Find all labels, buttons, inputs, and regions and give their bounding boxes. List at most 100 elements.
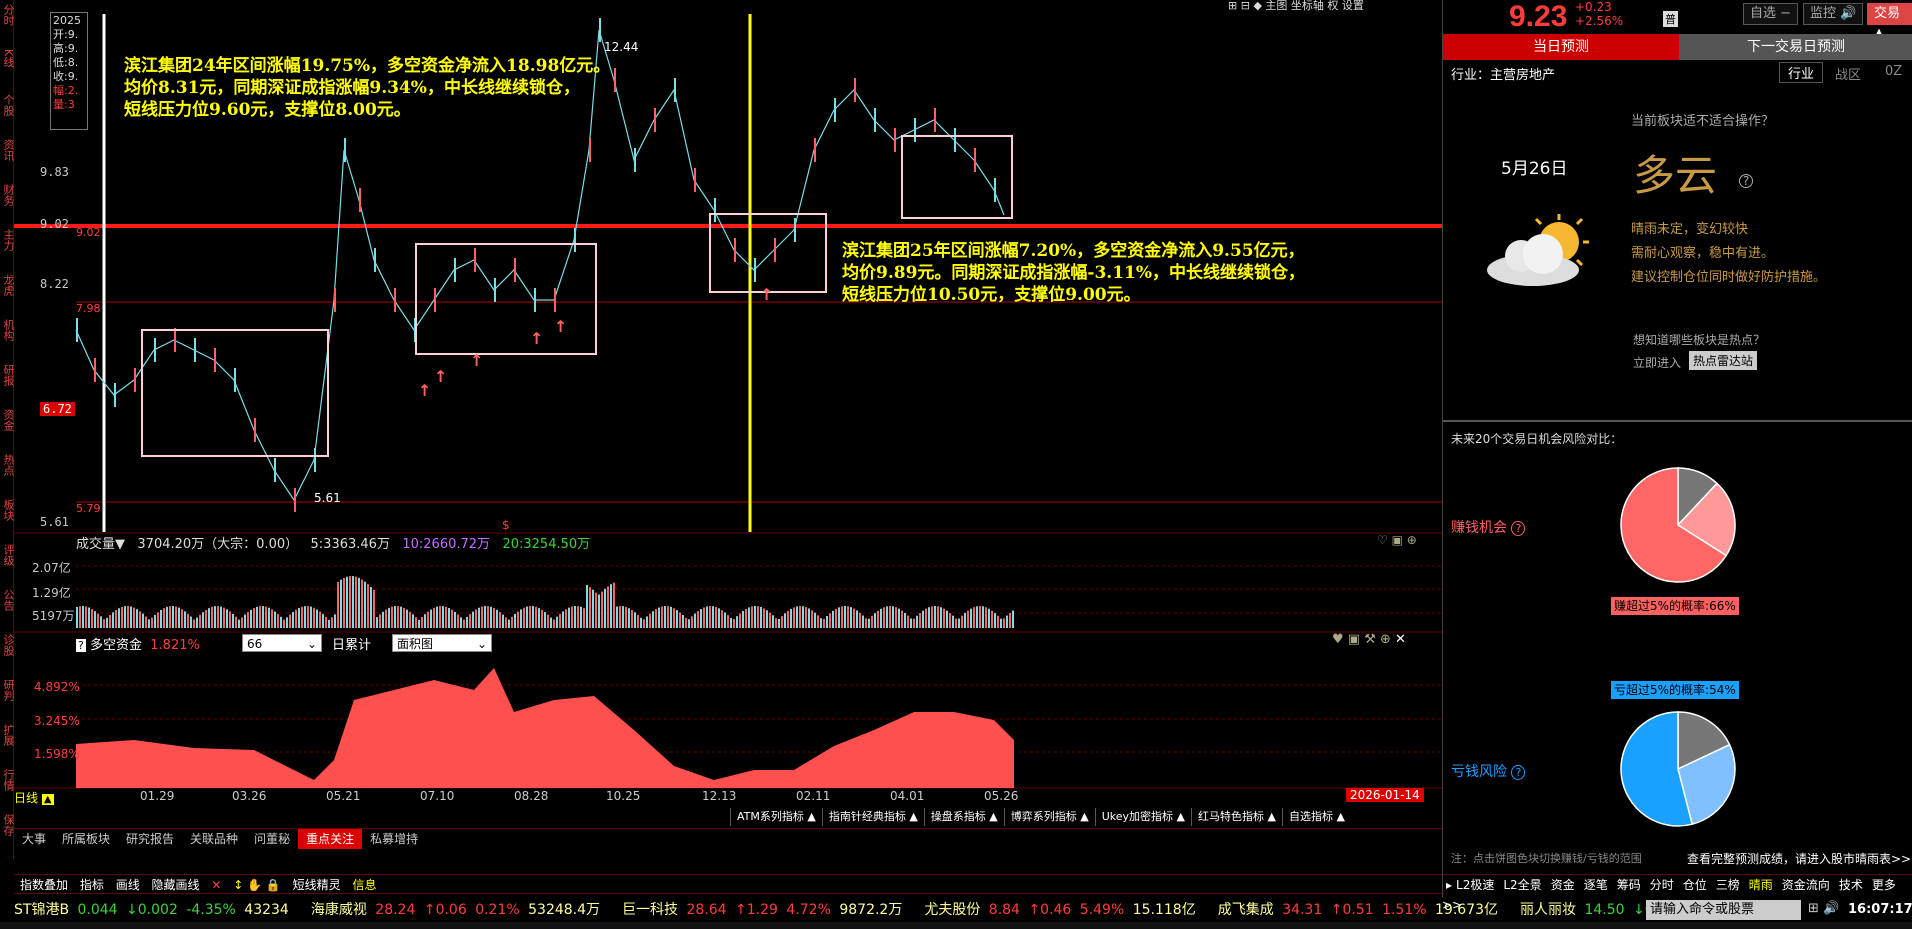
right-bar-item[interactable]: 逐笔 [1584,878,1608,892]
indicator-tab[interactable]: 指南针经典指标 ▲ [821,808,924,826]
hide-lines-button[interactable]: 隐藏画线 [152,878,200,892]
ticker-item[interactable]: 尤夫股份 8.84 ↑0.46 5.49% 15.118亿 [910,902,1199,918]
command-input[interactable]: 请输入命令或股票 [1646,900,1801,920]
diamond-icon[interactable]: ◆ [1253,0,1261,12]
info-tab[interactable]: 问董秘 [246,829,298,849]
period-up-icon[interactable]: ▲ [41,794,54,805]
axis-button[interactable]: 坐标轴 [1291,0,1324,12]
indicator-button[interactable]: 指标 [80,878,104,892]
funds-panel-icons[interactable]: ♥ ▣ ⚒ ⊕ ✕ [1332,632,1406,647]
subtab-industry[interactable]: 行业 [1779,62,1824,83]
help-icon[interactable]: ? [1511,521,1526,536]
arrow-icon[interactable]: ▸ [1446,878,1452,892]
zoom-in-icon[interactable]: ⊞ [1228,0,1237,12]
left-toolbar-item[interactable]: 诊股 [0,634,15,656]
chart-canvas[interactable]: ↑↑↑↑↑↑ [14,0,1442,810]
tab-next-forecast[interactable]: 下一交易日预测 [1679,34,1912,60]
ticker-item[interactable]: 巨一科技 28.64 ↑1.29 4.72% 9872.2万 [608,902,906,918]
left-toolbar-item[interactable]: 分时 [0,4,15,26]
period-select[interactable]: 66 ⌄ [242,634,322,652]
volume-bar [136,609,138,628]
indicator-tabs[interactable]: ATM系列指标 ▲ 指南针经典指标 ▲ 操盘系指标 ▲ 博弈系列指标 ▲ Ukey加密指… [730,808,1440,826]
left-toolbar-item[interactable]: 行情 [0,769,15,791]
left-toolbar-item[interactable]: 机构 [0,319,15,341]
left-toolbar-item[interactable]: 热点 [0,454,15,476]
indicator-tab[interactable]: 操盘系指标 ▲ [923,808,1004,826]
indicator-tab[interactable]: 自选指标 ▲ [1281,808,1351,826]
volume-bar [196,617,198,628]
right-bottom-bar[interactable]: ▸ L2极速 L2全景 资金 逐笔 筹码 分时 仓位 三榜 晴雨 资金流向 技术 更多>> [1442,874,1912,912]
left-toolbar-item[interactable]: 公告 [0,589,15,611]
close-icon[interactable]: ✕ [211,878,221,892]
subtab-oz[interactable]: 0Z [1885,64,1902,79]
left-toolbar-item[interactable]: 研判 [0,679,15,701]
right-bar-item[interactable]: 三榜 [1716,878,1740,892]
info-tab[interactable]: 重点关注 [298,829,363,849]
hot-radar-button[interactable]: 热点雷达站 [1689,351,1758,370]
help-icon[interactable]: ? [76,639,86,652]
subtab-zone[interactable]: 战区 [1835,64,1861,83]
info-tab[interactable]: 关联品种 [182,829,246,849]
right-bar-item[interactable]: 晴雨 [1749,878,1773,892]
left-toolbar-item[interactable]: 板块 [0,499,15,521]
settings-button[interactable]: 设置 [1342,0,1364,12]
draw-line-button[interactable]: 画线 [116,878,140,892]
right-bar-item[interactable]: 分时 [1650,878,1674,892]
arrow-icon[interactable]: ↕ ✋ 🔒 [233,878,281,892]
loss-pie-chart[interactable] [1619,710,1737,828]
right-bar-item[interactable]: 仓位 [1683,878,1707,892]
volume-label[interactable]: 成交量▼ [76,537,125,552]
trade-button[interactable]: 交易 ▲ [1867,3,1912,41]
watchlist-button[interactable]: 自选 − [1743,3,1799,25]
right-bar-item[interactable]: L2极速 [1456,878,1494,892]
info-button[interactable]: 信息 [353,878,377,892]
left-toolbar-item[interactable]: 主力 [0,229,15,251]
candle [254,418,256,442]
rights-button[interactable]: 权 [1327,0,1338,12]
left-toolbar-item[interactable]: 个股 [0,94,15,116]
right-bar-item[interactable]: L2全景 [1503,878,1541,892]
left-toolbar-item[interactable]: 资讯 [0,139,15,161]
gain-pie-chart[interactable] [1619,466,1737,584]
info-tab[interactable]: 所属板块 [54,829,118,849]
left-toolbar-item[interactable]: 扩展 [0,724,15,746]
right-bar-item[interactable]: 技术 [1839,878,1863,892]
chart-tools[interactable]: ⊞ ⊟ ◆ 主图 坐标轴 权 设置 [1228,0,1364,13]
chart-type-select[interactable]: 面积图 ⌄ [392,634,492,652]
help-icon[interactable]: ? [1739,174,1753,188]
short-elf-button[interactable]: 短线精灵 [293,878,341,892]
left-toolbar-item[interactable]: 龙虎 [0,274,15,296]
full-forecast-link[interactable]: 查看完整预测成绩，请进入股市晴雨表>> [1687,850,1911,867]
indicator-tab[interactable]: Ukey加密指标 ▲ [1094,808,1191,826]
right-bar-item[interactable]: 资金 [1551,878,1575,892]
left-toolbar-item[interactable]: 研报 [0,364,15,386]
volume-panel-icons[interactable]: ♡ ▣ ⊕ [1377,533,1417,547]
ticker-item[interactable]: 丽人丽妆 14.50 ↓0.01 -0.0 [1506,902,1650,918]
left-toolbar-item[interactable]: 评级 [0,544,15,566]
main-chart-button[interactable]: 主图 [1265,0,1287,12]
right-bar-item[interactable]: 资金流向 [1782,878,1830,892]
info-tab[interactable]: 大事 [14,829,54,849]
zoom-out-icon[interactable]: ⊟ [1241,0,1250,12]
left-toolbar-item[interactable]: 保存 [0,814,15,836]
right-bar-item[interactable]: 筹码 [1617,878,1641,892]
index-overlay-button[interactable]: 指数叠加 [20,878,68,892]
help-icon[interactable]: ? [1511,765,1526,780]
period-label[interactable]: 日线 ▲ [14,789,54,806]
tab-today-forecast[interactable]: 当日预测 [1443,34,1679,60]
bottom-info-tabs[interactable]: 大事 所属板块 研究报告 关联品种 问董秘 重点关注 私募增持 [14,828,1442,849]
ticker-item[interactable]: ST锦港B 0.044 ↓0.002 -4.35% 43234 [0,902,293,918]
monitor-button[interactable]: 监控 🔊 [1803,3,1864,25]
indicator-tab[interactable]: 博弈系列指标 ▲ [1003,808,1095,826]
left-toolbar-item[interactable]: 资金 [0,409,15,431]
volume-bar [985,607,987,628]
info-tab[interactable]: 私募增持 [362,829,426,849]
ticker-item[interactable]: 海康威视 28.24 ↑0.06 0.21% 53248.4万 [297,902,604,918]
left-toolbar-item[interactable]: 财务 [0,184,15,206]
tray-icons[interactable]: ⊞ 🔊 [1808,901,1839,916]
indicator-tab[interactable]: 红马特色指标 ▲ [1191,808,1282,826]
tool-row[interactable]: 指数叠加 指标 画线 隐藏画线 ✕ ↕ ✋ 🔒 短线精灵 信息 [14,874,1442,894]
info-tab[interactable]: 研究报告 [118,829,182,849]
left-toolbar-item[interactable]: K线 [0,49,15,67]
indicator-tab[interactable]: ATM系列指标 ▲ [730,808,822,826]
